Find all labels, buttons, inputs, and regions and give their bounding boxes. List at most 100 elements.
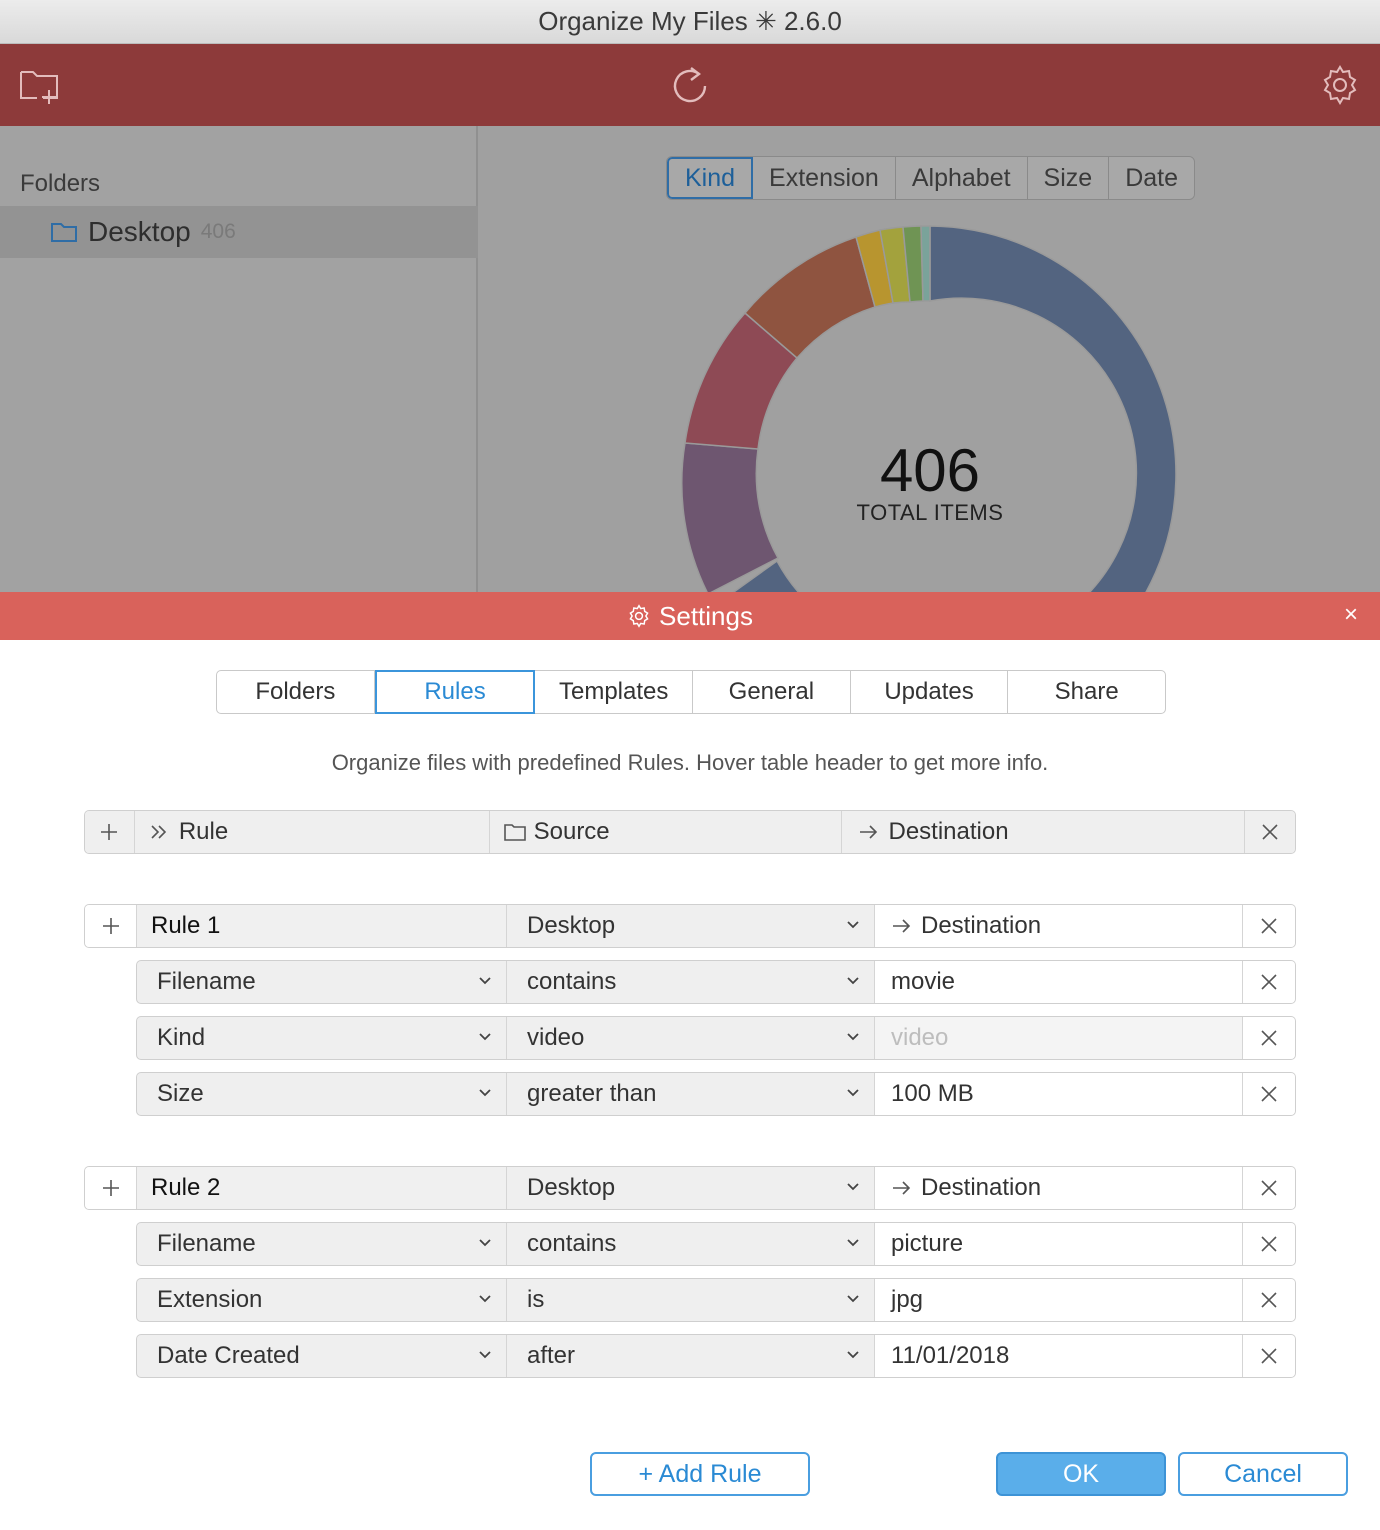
chevron-down-icon <box>847 1239 859 1247</box>
chevron-down-icon <box>847 1351 859 1359</box>
tab-date[interactable]: Date <box>1109 157 1194 199</box>
tab-extension[interactable]: Extension <box>753 157 896 199</box>
gear-icon <box>629 604 649 628</box>
header-rule: Rule <box>135 811 490 853</box>
close-icon <box>1261 1030 1277 1046</box>
delete-condition-button[interactable] <box>1243 1223 1295 1265</box>
condition-value-input[interactable]: movie <box>875 961 1243 1003</box>
destination-picker[interactable]: Destination <box>875 905 1243 947</box>
delete-rule-button[interactable] <box>1243 905 1295 947</box>
tab-kind[interactable]: Kind <box>667 157 754 199</box>
condition-operator-select[interactable]: video <box>507 1017 875 1059</box>
ok-button[interactable]: OK <box>996 1452 1166 1496</box>
settings-title: Settings <box>627 601 753 632</box>
chevron-down-icon <box>479 1033 491 1041</box>
condition-field-select[interactable]: Date Created <box>137 1335 507 1377</box>
rule-name-field[interactable]: Rule 2 <box>137 1167 507 1209</box>
tab-folders[interactable]: Folders <box>217 671 375 713</box>
delete-rule-button[interactable] <box>1243 1167 1295 1209</box>
window-title: Organize My Files ✳ 2.6.0 <box>538 6 842 36</box>
double-chevron-icon <box>151 825 166 839</box>
condition-row: Size greater than 100 MB <box>136 1072 1296 1116</box>
condition-value-placeholder: video <box>891 1024 949 1051</box>
gear-icon[interactable] <box>1319 64 1361 106</box>
tab-updates[interactable]: Updates <box>851 671 1009 713</box>
tab-templates[interactable]: Templates <box>535 671 694 713</box>
condition-field-select[interactable]: Size <box>137 1073 507 1115</box>
tab-share[interactable]: Share <box>1008 671 1165 713</box>
header-source-label: Source <box>533 818 610 845</box>
delete-condition-button[interactable] <box>1243 1017 1295 1059</box>
window-titlebar: Organize My Files ✳ 2.6.0 <box>0 0 1380 44</box>
segment-blue[interactable] <box>929 225 1177 592</box>
plus-icon <box>101 824 118 840</box>
condition-value-input[interactable]: video <box>875 1017 1243 1059</box>
add-rule-button[interactable]: + Add Rule <box>590 1452 810 1496</box>
plus-icon <box>102 1180 119 1196</box>
condition-value: jpg <box>891 1286 924 1313</box>
delete-condition-button[interactable] <box>1243 1073 1295 1115</box>
source-select[interactable]: Desktop <box>507 1167 875 1209</box>
folder-plus-icon[interactable] <box>18 64 60 106</box>
source-select[interactable]: Desktop <box>507 905 875 947</box>
rule-row: Rule 2 Desktop Destination <box>84 1166 1296 1210</box>
rule-name: Rule 2 <box>151 1174 221 1201</box>
rule-name: Rule 1 <box>151 912 221 939</box>
tab-general[interactable]: General <box>693 671 851 713</box>
destination-picker[interactable]: Destination <box>875 1167 1243 1209</box>
source-value: Desktop <box>527 912 616 939</box>
tab-size[interactable]: Size <box>1027 157 1110 199</box>
chevron-down-icon <box>847 1295 859 1303</box>
delete-condition-button[interactable] <box>1243 961 1295 1003</box>
refresh-icon[interactable] <box>669 64 711 106</box>
condition-operator-select[interactable]: after <box>507 1335 875 1377</box>
condition-operator-select[interactable]: greater than <box>507 1073 875 1115</box>
close-icon[interactable]: × <box>1340 603 1362 627</box>
close-icon <box>1261 974 1277 990</box>
settings-tabs: Folders Rules Templates General Updates … <box>216 670 1166 714</box>
tab-rules[interactable]: Rules <box>374 670 536 714</box>
condition-value-input[interactable]: 11/01/2018 <box>875 1335 1243 1377</box>
segment-purple[interactable] <box>681 442 780 592</box>
condition-field-select[interactable]: Extension <box>137 1279 507 1321</box>
arrow-right-icon <box>860 825 878 839</box>
condition-operator: video <box>527 1024 585 1051</box>
total-items-label: TOTAL ITEMS <box>856 500 1004 525</box>
condition-value-input[interactable]: 100 MB <box>875 1073 1243 1115</box>
condition-field-select[interactable]: Kind <box>137 1017 507 1059</box>
condition-operator-select[interactable]: contains <box>507 961 875 1003</box>
folder-icon <box>503 824 526 841</box>
close-icon <box>1261 1086 1277 1102</box>
add-condition-button[interactable] <box>85 1167 137 1209</box>
condition-field: Filename <box>157 1230 256 1257</box>
condition-row: Filename contains movie <box>136 960 1296 1004</box>
header-source: Source <box>490 811 843 853</box>
chevron-down-icon <box>479 977 491 985</box>
condition-field-select[interactable]: Filename <box>137 961 507 1003</box>
condition-field: Kind <box>157 1024 206 1051</box>
condition-operator: is <box>527 1286 545 1313</box>
condition-operator-select[interactable]: contains <box>507 1223 875 1265</box>
chevron-down-icon <box>479 1239 491 1247</box>
rule-row: Rule 1 Desktop Destination <box>84 904 1296 948</box>
header-rule-label: Rule <box>178 818 229 845</box>
chevron-down-icon <box>847 1089 859 1097</box>
condition-field-select[interactable]: Filename <box>137 1223 507 1265</box>
tab-alphabet[interactable]: Alphabet <box>895 157 1028 199</box>
segment-teal[interactable] <box>920 225 931 302</box>
condition-value: picture <box>891 1230 964 1257</box>
delete-condition-button[interactable] <box>1243 1335 1295 1377</box>
condition-value-input[interactable]: picture <box>875 1223 1243 1265</box>
cancel-button[interactable]: Cancel <box>1178 1452 1348 1496</box>
condition-field: Extension <box>157 1286 263 1313</box>
delete-condition-button[interactable] <box>1243 1279 1295 1321</box>
condition-operator-select[interactable]: is <box>507 1279 875 1321</box>
arrow-right-icon <box>893 1181 911 1195</box>
condition-value-input[interactable]: jpg <box>875 1279 1243 1321</box>
condition-operator: contains <box>527 968 617 995</box>
add-rule-header-button[interactable] <box>85 811 135 853</box>
add-condition-button[interactable] <box>85 905 137 947</box>
rule-name-field[interactable]: Rule 1 <box>137 905 507 947</box>
chevron-down-icon <box>847 921 859 929</box>
clear-rules-button[interactable] <box>1245 811 1295 853</box>
